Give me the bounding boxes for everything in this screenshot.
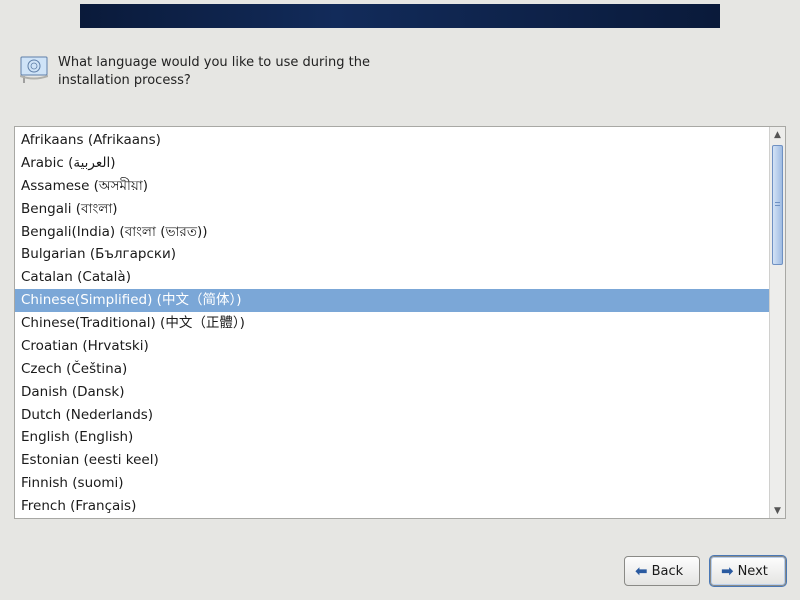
language-item[interactable]: English (English): [15, 426, 769, 449]
back-button[interactable]: ⬅ Back: [624, 556, 700, 586]
scroll-down-arrow-icon[interactable]: ▼: [770, 503, 785, 518]
language-item[interactable]: Danish (Dansk): [15, 381, 769, 404]
language-item[interactable]: Assamese (অসমীয়া): [15, 175, 769, 198]
language-item[interactable]: Finnish (suomi): [15, 472, 769, 495]
language-item[interactable]: Afrikaans (Afrikaans): [15, 129, 769, 152]
language-list[interactable]: Afrikaans (Afrikaans)Arabic (العربية)Ass…: [15, 127, 769, 518]
header-banner: [80, 4, 720, 28]
arrow-left-icon: ⬅: [635, 564, 648, 579]
language-item[interactable]: Bulgarian (Български): [15, 243, 769, 266]
language-flag-icon: [18, 54, 48, 80]
language-item[interactable]: Dutch (Nederlands): [15, 404, 769, 427]
prompt-text: What language would you like to use duri…: [58, 54, 398, 89]
language-item[interactable]: Chinese(Simplified) (中文（简体）): [15, 289, 769, 312]
language-item[interactable]: Catalan (Català): [15, 266, 769, 289]
scroll-thumb[interactable]: [772, 145, 783, 265]
language-item[interactable]: Croatian (Hrvatski): [15, 335, 769, 358]
language-item[interactable]: Bengali (বাংলা): [15, 198, 769, 221]
scroll-up-arrow-icon[interactable]: ▲: [770, 127, 785, 142]
button-row: ⬅ Back ➡ Next: [624, 556, 786, 586]
next-button-label: Next: [738, 564, 768, 579]
language-item[interactable]: Chinese(Traditional) (中文（正體）): [15, 312, 769, 335]
language-item[interactable]: Czech (Čeština): [15, 358, 769, 381]
back-button-label: Back: [652, 564, 684, 579]
language-item[interactable]: Arabic (العربية): [15, 152, 769, 175]
next-button[interactable]: ➡ Next: [710, 556, 786, 586]
language-item[interactable]: Estonian (eesti keel): [15, 449, 769, 472]
arrow-right-icon: ➡: [721, 564, 734, 579]
language-item[interactable]: French (Français): [15, 495, 769, 518]
scrollbar[interactable]: ▲ ▼: [769, 127, 785, 518]
prompt-row: What language would you like to use duri…: [18, 54, 398, 89]
language-item[interactable]: Bengali(India) (বাংলা (ভারত)): [15, 221, 769, 244]
language-list-frame: Afrikaans (Afrikaans)Arabic (العربية)Ass…: [14, 126, 786, 519]
